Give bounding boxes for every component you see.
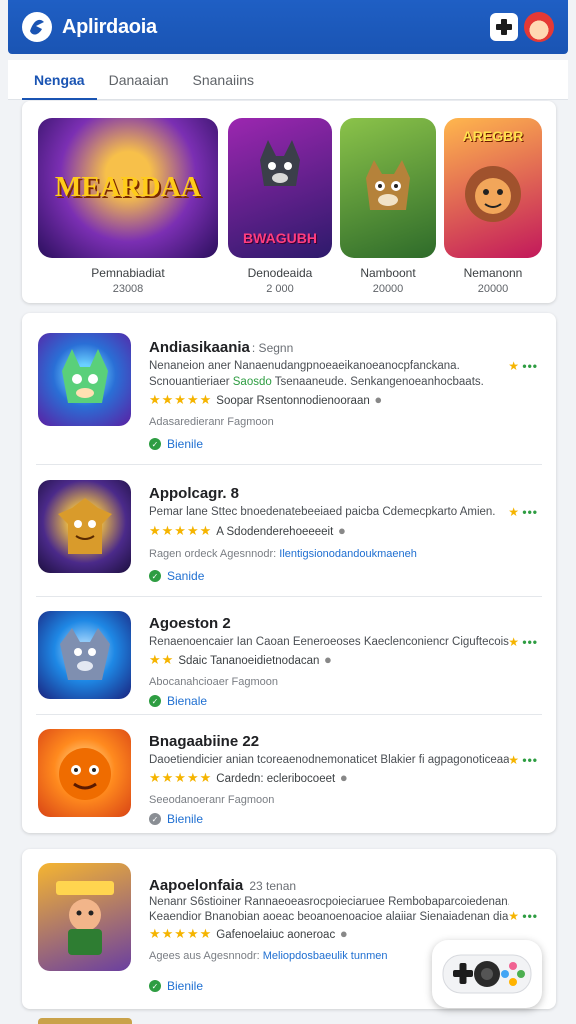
app-meta: Seeodanoeranr Fagmoon: [149, 794, 275, 806]
featured-name: Denodeaida: [247, 266, 313, 280]
app-description: Daoetiendicier anian tcoreaenodnemonatic…: [149, 754, 509, 766]
check-icon: ✓: [149, 570, 161, 582]
install-status[interactable]: ✓ Bienale: [149, 694, 207, 708]
app-title: Agoeston 2: [149, 615, 231, 632]
beast-character-icon: [58, 748, 111, 800]
rating-stars: ★★★★★ A Sdodenderehoeeeeit ●: [149, 523, 347, 538]
pending-icon: ✓: [149, 813, 161, 825]
list-item[interactable]: Appolcagr. 8 Pemar lane Sttec bnoedenate…: [22, 465, 556, 597]
info-icon: ●: [339, 770, 349, 785]
next-item-peek: [38, 1018, 132, 1024]
gamepad-icon: [442, 954, 532, 994]
list-item[interactable]: Andiasikaania: Segnn Nenaneion aner Nana…: [22, 313, 556, 465]
featured-item[interactable]: BWAGUBH Denodeaida 2 000: [228, 118, 332, 295]
tab-nengaa[interactable]: Nengaa: [22, 60, 97, 100]
featured-item[interactable]: AREGBR Nemanonn 20000: [444, 118, 542, 295]
app-description-2: Scnouantieriaer Saosdo Tsenaaneude. Senk…: [149, 376, 484, 388]
install-status[interactable]: ✓ Bienile: [149, 979, 203, 993]
featured-art: AREGBR: [444, 118, 542, 258]
app-title: Aapoelonfaia 23 tenan: [149, 877, 297, 894]
install-status[interactable]: ✓ Sanide: [149, 569, 204, 583]
tab-danaaian[interactable]: Danaaian: [97, 60, 181, 100]
app-title: Bnagaabiine 22: [149, 733, 260, 750]
user-avatar[interactable]: [524, 12, 554, 42]
rating-more[interactable]: ★ •••: [508, 753, 538, 767]
rating-stars: ★★ Sdaic Tananoeidietnodacan ●: [149, 652, 333, 667]
featured-art-text: BWAGUBH: [243, 230, 317, 246]
rating-stars: ★★★★★ Gafenoelaiuc aoneroac ●: [149, 926, 349, 941]
check-icon: ✓: [149, 438, 161, 450]
warrior-character-icon: [57, 497, 112, 554]
featured-count: 23008: [112, 283, 144, 295]
app-list: Andiasikaania: Segnn Nenaneion aner Nana…: [22, 313, 556, 833]
tab-snanaiins[interactable]: Snanaiins: [181, 60, 267, 100]
featured-name: Nemanonn: [463, 266, 523, 280]
featured-item[interactable]: MEARDAA Pemnabiadiat 23008: [38, 118, 218, 295]
rating-stars: ★★★★★ Soopar Rsentonnodienooraan ●: [149, 392, 384, 407]
info-icon: ●: [374, 392, 384, 407]
app-icon: [38, 729, 131, 817]
app-meta: Agees aus Agesnnodr: Meliopdosbaeulik tu…: [149, 950, 388, 962]
hero-character-icon: [55, 881, 114, 955]
featured-art: BWAGUBH: [228, 118, 332, 258]
header-actions: [490, 12, 554, 42]
wolf-character-icon: [260, 140, 300, 186]
install-status[interactable]: ✓ Bienile: [149, 812, 203, 826]
app-description: Nenanr S6stioiner Rannaeoeasrocpoieciaru…: [149, 896, 509, 908]
info-icon: ●: [337, 523, 347, 538]
rating-more[interactable]: ★ •••: [508, 359, 538, 373]
check-icon: ✓: [149, 980, 161, 992]
wolf-character-icon: [59, 628, 110, 680]
featured-count: 20000: [372, 283, 404, 295]
cat-character-icon: [366, 160, 410, 210]
app-meta: Adasaredieranr Fagmoon: [149, 416, 274, 428]
featured-count: 20000: [477, 283, 509, 295]
featured-art-text: MEARDAA: [54, 172, 202, 203]
check-icon: ✓: [149, 695, 161, 707]
app-meta: Abocanahcioaer Fagmoon: [149, 676, 279, 688]
featured-art-text: AREGBR: [462, 128, 524, 144]
swoosh-logo-icon[interactable]: [22, 12, 52, 42]
featured-name: Pemnabiadiat: [91, 266, 165, 280]
list-item[interactable]: Agoeston 2 Renaenoencaier Ian Caoan Eene…: [22, 597, 556, 715]
app-description: Renaenoencaier Ian Caoan Eeneroeoses Kae…: [149, 636, 509, 648]
install-status[interactable]: ✓ Bienile: [149, 437, 203, 451]
app-description: Nenaneion aner Nanaenudangpnoeaeikanoean…: [149, 360, 460, 372]
app-meta: Ragen ordeck Agesnnodr: Ilentigsionodand…: [149, 548, 417, 560]
featured-item[interactable]: Namboont 20000: [340, 118, 436, 295]
info-icon: ●: [324, 652, 333, 667]
featured-carousel: MEARDAA Pemnabiadiat 23008 BWAGUBH Denod…: [22, 101, 556, 303]
app-icon: [38, 480, 131, 573]
info-icon: ●: [339, 926, 349, 941]
rating-more[interactable]: ★ •••: [508, 505, 538, 519]
rating-stars: ★★★★★ Cardedn: ecleribocoeet ●: [149, 770, 349, 785]
featured-count: 2 000: [266, 283, 294, 295]
app-description: Pemar lane Sttec bnoedenatebeeiaed paicb…: [149, 506, 496, 518]
app-icon: [38, 863, 131, 971]
fox-character-icon: [61, 348, 108, 403]
rating-more[interactable]: ★ •••: [508, 909, 538, 923]
featured-art: MEARDAA: [38, 118, 218, 258]
app-icon: [38, 333, 131, 426]
tab-bar: Nengaa Danaaian Snanaiins: [8, 60, 568, 100]
plus-icon: [496, 19, 512, 35]
featured-art: [340, 118, 436, 258]
app-title: Appolcagr. 8: [149, 485, 240, 502]
app-header: Aplirdaoia: [8, 0, 568, 54]
featured-name: Namboont: [360, 266, 416, 280]
app-title: Aplirdaoia: [62, 15, 157, 38]
rating-more[interactable]: ★ •••: [508, 635, 538, 649]
gamepad-fab[interactable]: [432, 940, 542, 1008]
list-item[interactable]: Bnagaabiine 22 Daoetiendicier anian tcor…: [22, 715, 556, 833]
app-title: Andiasikaania: Segnn: [149, 339, 294, 356]
gamepad-button[interactable]: [490, 13, 518, 41]
app-icon: [38, 611, 131, 699]
app-description-2: Keaendior Bnanobian aoeac beoanoenoacioe…: [149, 911, 509, 923]
lion-character-icon: [465, 166, 521, 222]
